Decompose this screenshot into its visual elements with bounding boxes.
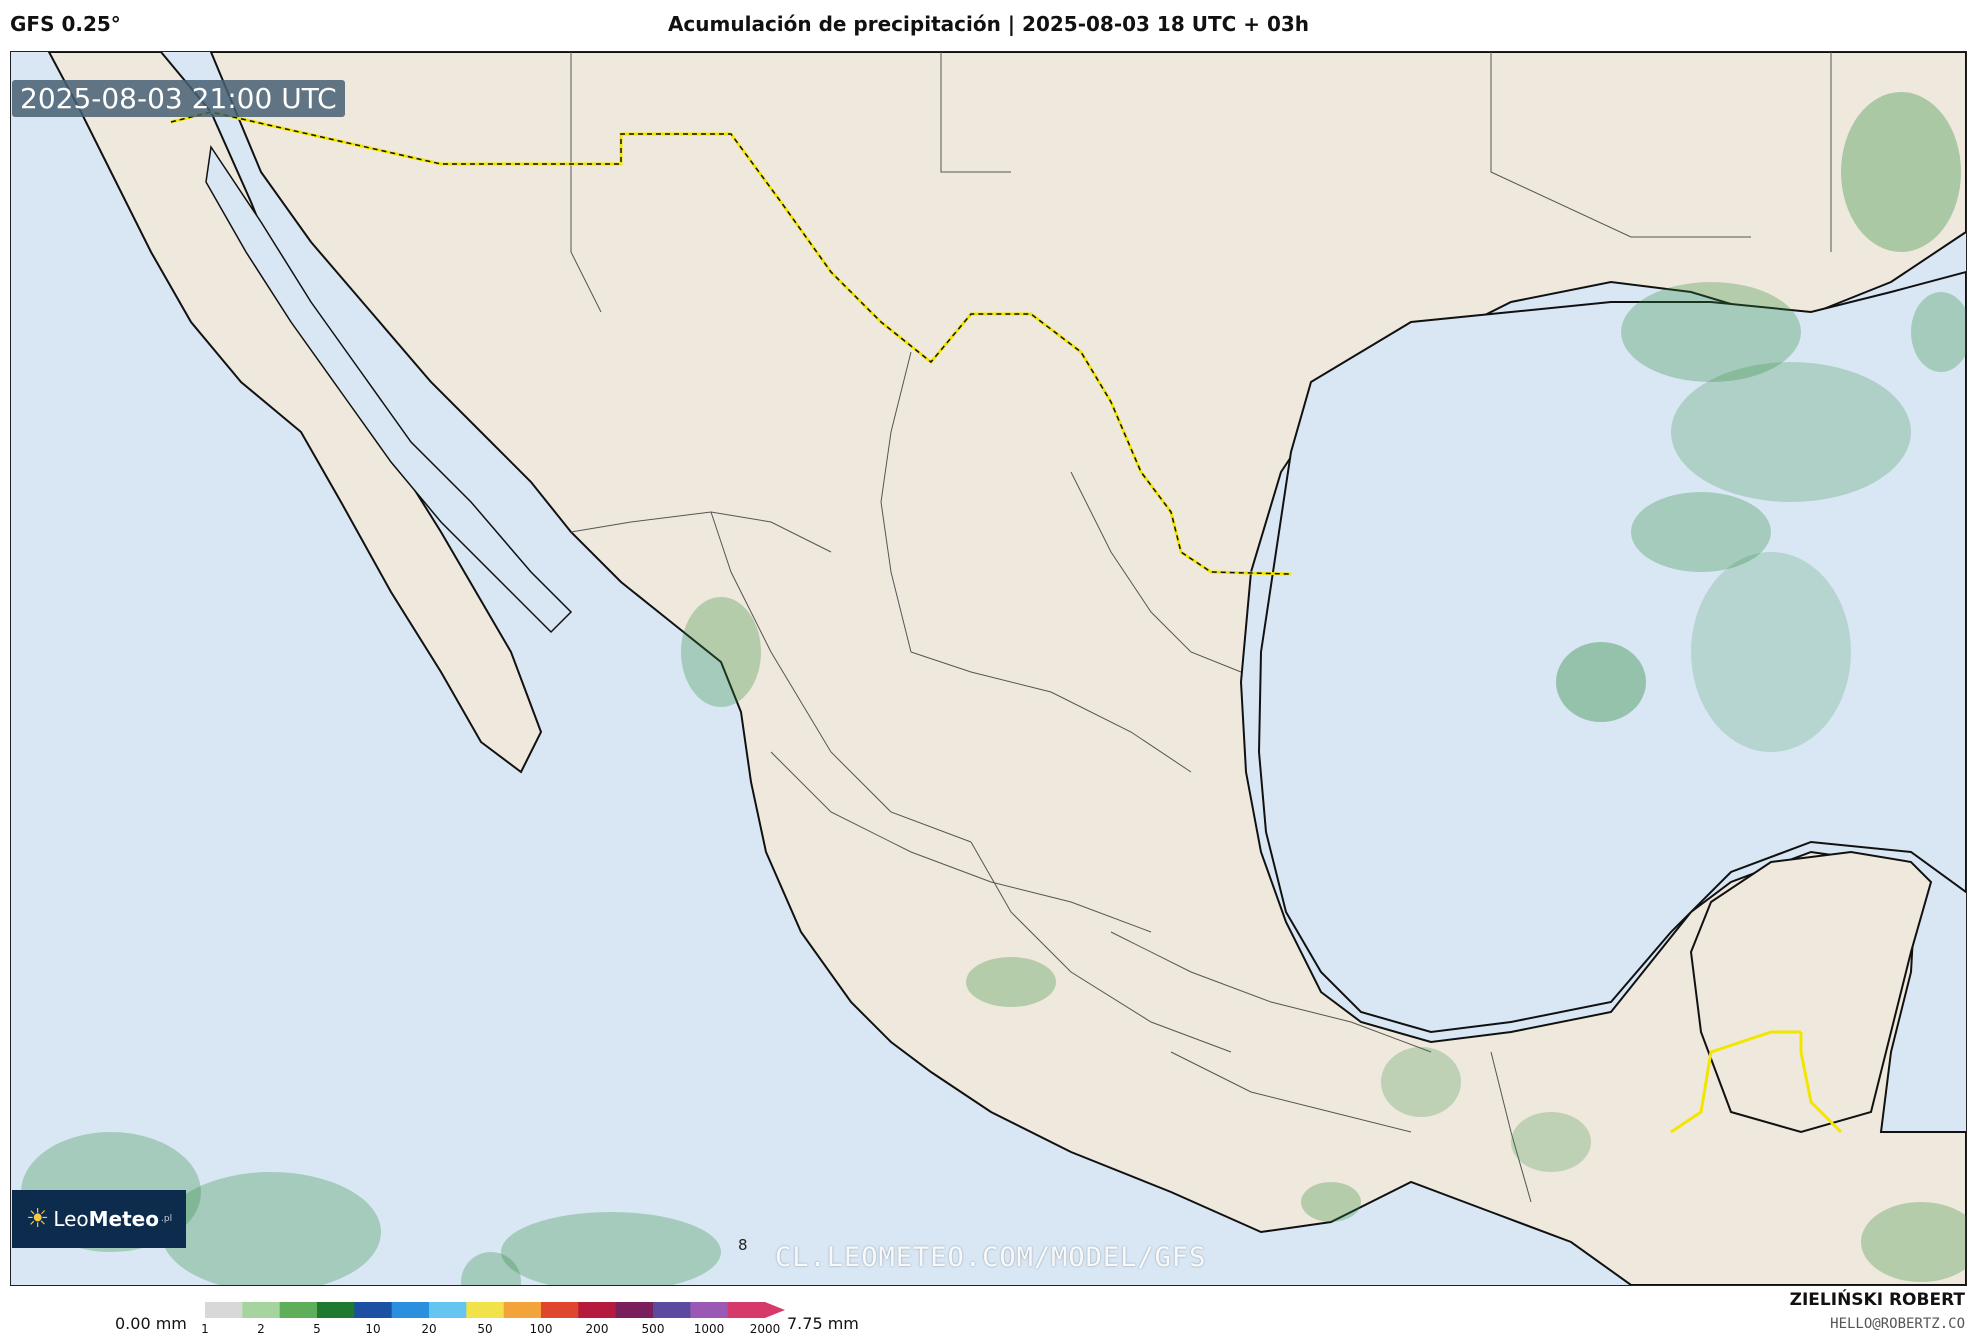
colorbar-extend-arrow (765, 1302, 785, 1318)
precip-patch (681, 597, 761, 707)
colorbar-segment (242, 1302, 281, 1318)
colorbar-segment (279, 1302, 318, 1318)
logo-prefix: Leo (53, 1207, 89, 1231)
precip-patch (1841, 92, 1961, 252)
colorbar-segment (727, 1302, 766, 1318)
map-title: Acumulación de precipitación | 2025-08-0… (667, 12, 1310, 36)
colorbar-segment (541, 1302, 579, 1318)
colorbar-tick-label: 500 (641, 1322, 665, 1336)
colorbar-tick-label: 200 (585, 1322, 609, 1336)
colorbar-tick-label: 2 (257, 1322, 265, 1336)
colorbar-segment (391, 1302, 430, 1318)
precip-patch (1381, 1047, 1461, 1117)
colorbar-min-label: 0.00 mm (115, 1314, 187, 1333)
colorbar-tick-label: 100 (529, 1322, 553, 1336)
colorbar-ticks: 1 2 5 10 20 50 100 200 500 1000 2000 (201, 1322, 785, 1338)
precip-patch (1556, 642, 1646, 722)
colorbar-segment (354, 1302, 393, 1318)
colorbar-tick-label: 50 (477, 1322, 493, 1336)
precip-patch (1511, 1112, 1591, 1172)
colorbar-segment (690, 1302, 729, 1318)
author-name: ZIELIŃSKI ROBERT (1789, 1290, 1965, 1310)
colorbar-segment (429, 1302, 467, 1318)
precip-patch (1691, 552, 1851, 752)
colorbar-segment (503, 1302, 542, 1318)
author-email: HELLO@ROBERTZ.CO (1830, 1316, 1965, 1332)
colorbar-tick-label: 5 (313, 1322, 321, 1336)
colorbar-tick-label: 1 (201, 1322, 209, 1336)
colorbar-tick-label: 20 (421, 1322, 437, 1336)
colorbar-segment (317, 1302, 355, 1318)
colorbar-max-label: 7.75 mm (787, 1314, 859, 1333)
colorbar (205, 1302, 785, 1318)
precip-patch (1671, 362, 1911, 502)
grid-value-label: 8 (738, 1236, 748, 1254)
logo-suffix: .pl (161, 1214, 173, 1224)
valid-time-label: 2025-08-03 21:00 UTC (12, 80, 345, 117)
colorbar-segment (466, 1302, 505, 1318)
map-graphic (11, 52, 1966, 1285)
colorbar-segment (578, 1302, 617, 1318)
colorbar-tick-label: 10 (365, 1322, 381, 1336)
colorbar-segment (653, 1302, 691, 1318)
watermark-url: CL.LEOMETEO.COM/MODEL/GFS (775, 1242, 1207, 1273)
colorbar-tick-label: 2000 (749, 1322, 781, 1336)
colorbar-segment (205, 1302, 243, 1318)
colorbar-tick-label: 1000 (693, 1322, 725, 1336)
precip-patch (1301, 1182, 1361, 1222)
logo-bold: Meteo (88, 1207, 159, 1231)
leometeo-logo[interactable]: ☀ Leo Meteo .pl (12, 1190, 186, 1248)
map-canvas[interactable] (10, 51, 1967, 1286)
sun-icon: ☀ (26, 1204, 50, 1234)
precip-patch (966, 957, 1056, 1007)
colorbar-segment (615, 1302, 654, 1318)
